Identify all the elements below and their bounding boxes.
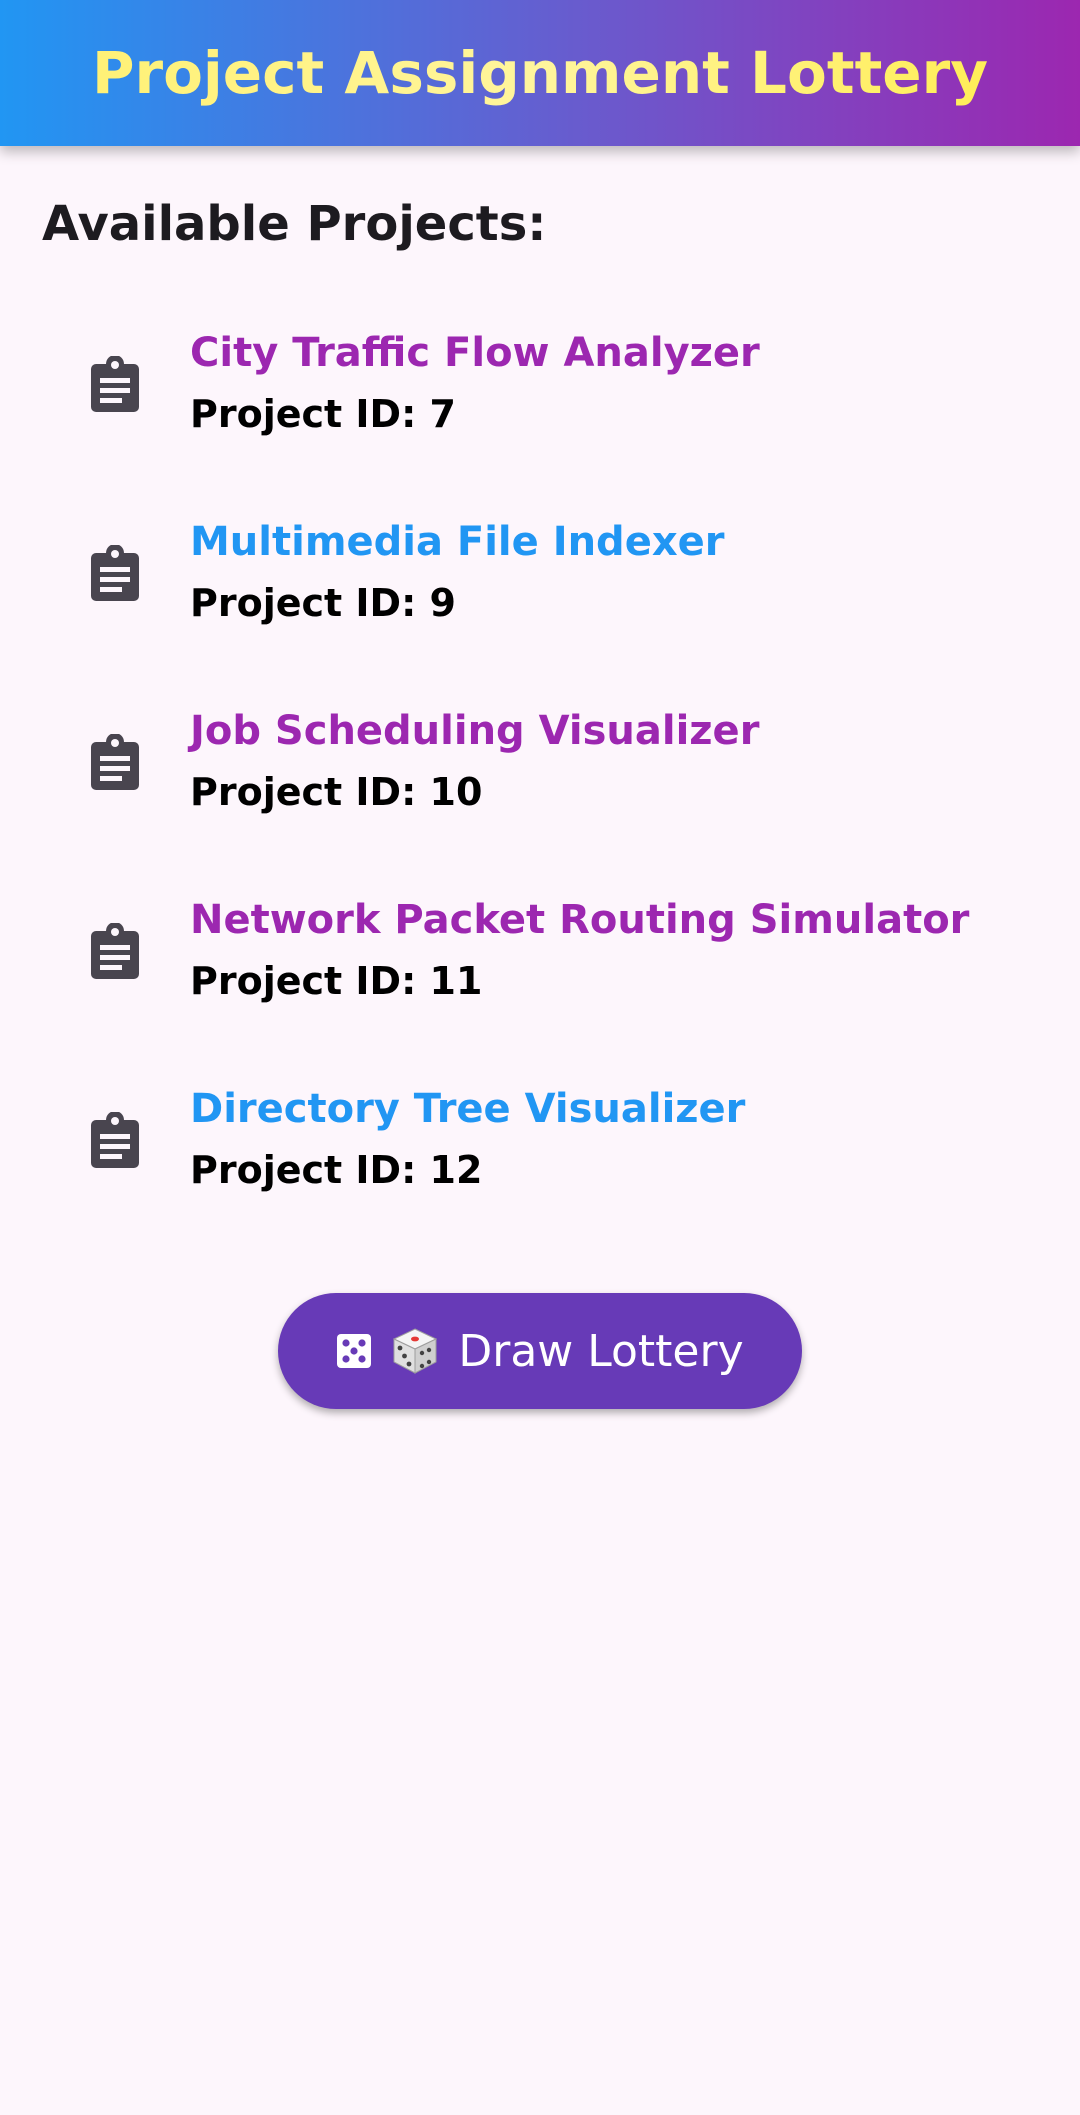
project-title: Job Scheduling Visualizer (190, 708, 760, 754)
section-heading: Available Projects: (42, 196, 547, 252)
app-title: Project Assignment Lottery (91, 39, 989, 107)
project-list-item[interactable]: Multimedia File Indexer Project ID: 9 (0, 479, 1080, 668)
clipboard-icon (90, 545, 140, 601)
project-id: Project ID: 7 (190, 392, 456, 436)
project-id: Project ID: 10 (190, 770, 483, 814)
clipboard-icon (90, 356, 140, 412)
project-id: Project ID: 12 (190, 1148, 483, 1192)
project-id: Project ID: 9 (190, 581, 456, 625)
project-list-item[interactable]: City Traffic Flow Analyzer Project ID: 7 (0, 290, 1080, 479)
project-title: City Traffic Flow Analyzer (190, 330, 760, 376)
project-list-item[interactable]: Job Scheduling Visualizer Project ID: 10 (0, 668, 1080, 857)
draw-lottery-button[interactable]: Draw Lottery (278, 1293, 802, 1409)
clipboard-icon (90, 1112, 140, 1168)
dice-icon (337, 1334, 372, 1368)
project-id: Project ID: 11 (190, 959, 483, 1003)
app-bar: Project Assignment Lottery (0, 0, 1080, 146)
project-title: Network Packet Routing Simulator (190, 897, 970, 943)
project-list: City Traffic Flow Analyzer Project ID: 7… (0, 290, 1080, 1235)
clipboard-icon (90, 734, 140, 790)
project-title: Multimedia File Indexer (190, 519, 725, 565)
clipboard-icon (90, 923, 140, 979)
project-title: Directory Tree Visualizer (190, 1086, 746, 1132)
project-list-item[interactable]: Network Packet Routing Simulator Project… (0, 857, 1080, 1046)
project-list-item[interactable]: Directory Tree Visualizer Project ID: 12 (0, 1046, 1080, 1235)
game-die-icon (393, 1328, 438, 1374)
draw-button-label: Draw Lottery (458, 1325, 744, 1377)
